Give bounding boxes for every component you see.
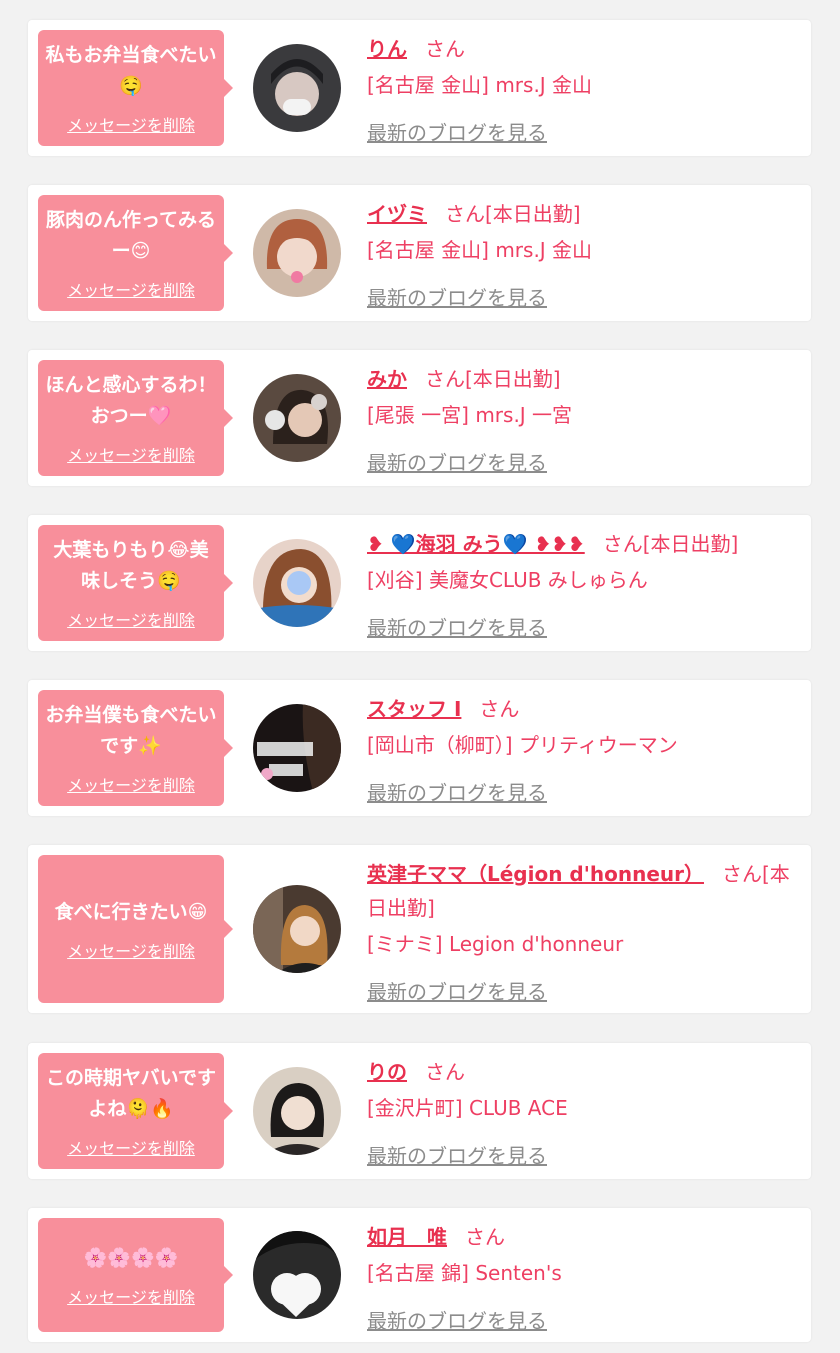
message-text: 私もお弁当食べたい🤤 xyxy=(45,44,217,97)
cast-name-link[interactable]: ❥ 💙海羽 みう💙 ❥❥❥ xyxy=(367,532,585,556)
message-bubble: 豚肉のん作ってみるー😊 メッセージを削除 xyxy=(38,195,233,311)
name-suffix: さん[本日出勤] xyxy=(425,367,561,391)
cast-name-link[interactable]: イヅミ xyxy=(367,202,427,226)
avatar[interactable] xyxy=(253,1067,341,1155)
cast-info: りん さん [名古屋 金山] mrs.J 金山 最新のブログを見る xyxy=(367,32,793,150)
shop-info: [金沢片町] CLUB ACE xyxy=(367,1096,568,1120)
name-suffix: さん xyxy=(425,1060,465,1084)
cast-info: スタッフ I さん [岡山市（柳町）] プリティウーマン 最新のブログを見る xyxy=(367,692,793,810)
list-item: 食べに行きたい😁 メッセージを削除 英津子ママ（Légion d'honneur… xyxy=(28,845,811,1013)
avatar[interactable] xyxy=(253,885,341,973)
cast-info: ❥ 💙海羽 みう💙 ❥❥❥ さん[本日出勤] [刈谷] 美魔女CLUB みしゅらん… xyxy=(367,527,793,645)
message-text: この時期ヤバいですよね🫠🔥 xyxy=(45,1067,217,1120)
cast-name-link[interactable]: 英津子ママ（Légion d'honneur） xyxy=(367,862,704,886)
delete-message-link[interactable]: メッセージを削除 xyxy=(67,772,195,796)
message-text: ほんと感心するわ！おつー🩷 xyxy=(45,374,217,427)
delete-message-link[interactable]: メッセージを削除 xyxy=(67,277,195,301)
avatar[interactable] xyxy=(253,44,341,132)
cast-info: 英津子ママ（Légion d'honneur） さん[本日出勤] [ミナミ] Le… xyxy=(367,857,793,1009)
list-item: 私もお弁当食べたい🤤 メッセージを削除 りん さん [名古屋 金山] mrs.J … xyxy=(28,20,811,156)
message-bubble: 私もお弁当食べたい🤤 メッセージを削除 xyxy=(38,30,233,146)
list-item: 大葉もりもり😂美味しそう🤤 メッセージを削除 ❥ 💙海羽 みう💙 ❥❥❥ さん[本… xyxy=(28,515,811,651)
cast-name-link[interactable]: 如月 唯 xyxy=(367,1225,447,1249)
list-item: 豚肉のん作ってみるー😊 メッセージを削除 イヅミ さん[本日出勤] [名古屋 金山… xyxy=(28,185,811,321)
avatar[interactable] xyxy=(253,209,341,297)
name-suffix: さん xyxy=(479,697,520,721)
message-bubble: 食べに行きたい😁 メッセージを削除 xyxy=(38,855,233,1003)
message-bubble: 大葉もりもり😂美味しそう🤤 メッセージを削除 xyxy=(38,525,233,641)
delete-message-link[interactable]: メッセージを削除 xyxy=(67,1284,195,1308)
shop-info: [名古屋 錦] Senten's xyxy=(367,1261,562,1285)
shop-info: [名古屋 金山] mrs.J 金山 xyxy=(367,73,593,97)
latest-blog-link[interactable]: 最新のブログを見る xyxy=(367,776,547,810)
cast-name-link[interactable]: りん xyxy=(367,37,407,61)
message-bubble: この時期ヤバいですよね🫠🔥 メッセージを削除 xyxy=(38,1053,233,1169)
message-text: 豚肉のん作ってみるー😊 xyxy=(45,209,217,262)
delete-message-link[interactable]: メッセージを削除 xyxy=(67,112,195,136)
message-text: 🌸🌸🌸🌸 xyxy=(83,1246,179,1269)
cast-name-link[interactable]: スタッフ I xyxy=(367,697,461,721)
avatar[interactable] xyxy=(253,1231,341,1319)
latest-blog-link[interactable]: 最新のブログを見る xyxy=(367,975,547,1009)
cast-info: みか さん[本日出勤] [尾張 一宮] mrs.J 一宮 最新のブログを見る xyxy=(367,362,793,480)
shop-info: [ミナミ] Legion d'honneur xyxy=(367,932,624,956)
shop-info: [名古屋 金山] mrs.J 金山 xyxy=(367,238,593,262)
message-text: 食べに行きたい😁 xyxy=(54,900,208,923)
name-suffix: さん[本日出勤] xyxy=(445,202,581,226)
message-bubble: 🌸🌸🌸🌸 メッセージを削除 xyxy=(38,1218,233,1332)
avatar[interactable] xyxy=(253,539,341,627)
cast-info: 如月 唯さん [名古屋 錦] Senten's 最新のブログを見る xyxy=(367,1220,793,1338)
latest-blog-link[interactable]: 最新のブログを見る xyxy=(367,281,547,315)
shop-info: [尾張 一宮] mrs.J 一宮 xyxy=(367,403,573,427)
cast-name-link[interactable]: みか xyxy=(367,367,407,391)
name-suffix: さん xyxy=(425,37,465,61)
cast-info: イヅミ さん[本日出勤] [名古屋 金山] mrs.J 金山 最新のブログを見る xyxy=(367,197,793,315)
latest-blog-link[interactable]: 最新のブログを見る xyxy=(367,1304,547,1338)
delete-message-link[interactable]: メッセージを削除 xyxy=(67,1135,195,1159)
shop-info: [刈谷] 美魔女CLUB みしゅらん xyxy=(367,568,648,592)
list-item: 🌸🌸🌸🌸 メッセージを削除 如月 唯さん [名古屋 錦] Senten's 最新… xyxy=(28,1208,811,1342)
message-bubble: ほんと感心するわ！おつー🩷 メッセージを削除 xyxy=(38,360,233,476)
message-text: お弁当僕も食べたいです✨ xyxy=(45,704,217,757)
delete-message-link[interactable]: メッセージを削除 xyxy=(67,938,195,962)
list-item: お弁当僕も食べたいです✨ メッセージを削除 スタッフ I さん [岡山市（柳町）]… xyxy=(28,680,811,816)
cast-name-link[interactable]: りの xyxy=(367,1060,407,1084)
name-suffix: さん xyxy=(465,1225,505,1249)
avatar[interactable] xyxy=(253,374,341,462)
shop-info: [岡山市（柳町）] プリティウーマン xyxy=(367,733,678,757)
message-bubble: お弁当僕も食べたいです✨ メッセージを削除 xyxy=(38,690,233,806)
delete-message-link[interactable]: メッセージを削除 xyxy=(67,607,195,631)
list-item: ほんと感心するわ！おつー🩷 メッセージを削除 みか さん[本日出勤] [尾張 一宮… xyxy=(28,350,811,486)
avatar[interactable] xyxy=(253,704,341,792)
list-item: この時期ヤバいですよね🫠🔥 メッセージを削除 りの さん [金沢片町] CLUB … xyxy=(28,1043,811,1179)
name-suffix: さん[本日出勤] xyxy=(602,532,739,556)
latest-blog-link[interactable]: 最新のブログを見る xyxy=(367,1139,547,1173)
cast-info: りの さん [金沢片町] CLUB ACE 最新のブログを見る xyxy=(367,1055,793,1173)
latest-blog-link[interactable]: 最新のブログを見る xyxy=(367,611,547,645)
delete-message-link[interactable]: メッセージを削除 xyxy=(67,442,195,466)
message-text: 大葉もりもり😂美味しそう🤤 xyxy=(53,539,209,592)
latest-blog-link[interactable]: 最新のブログを見る xyxy=(367,116,547,150)
latest-blog-link[interactable]: 最新のブログを見る xyxy=(367,446,547,480)
